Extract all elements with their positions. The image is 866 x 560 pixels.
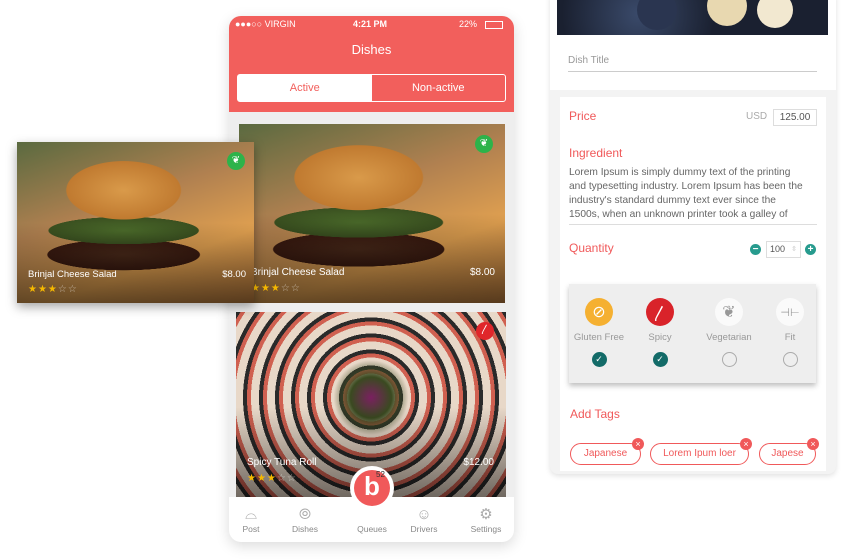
checkbox-checked[interactable]: ✓ — [652, 352, 668, 367]
battery-icon — [485, 21, 503, 29]
nav-label: Dishes — [292, 524, 318, 534]
option-gluten-free[interactable]: ⊘ Gluten Free ✓ — [569, 298, 629, 367]
status-segmented-control: Active Non-active — [237, 74, 506, 102]
chili-icon: 〳 — [476, 322, 494, 340]
price-input[interactable]: 125.00 — [773, 109, 817, 126]
rating-stars: ★★★☆☆ — [251, 283, 301, 294]
nav-label: Drivers — [410, 524, 438, 534]
queues-button[interactable]: b 52 — [350, 466, 394, 510]
tab-non-active[interactable]: Non-active — [372, 75, 506, 101]
tag-chip[interactable]: Japanese × — [570, 438, 644, 465]
divider — [568, 71, 817, 72]
nav-label: Queues — [357, 524, 387, 534]
nav-label: Settings — [470, 524, 502, 534]
dumbbell-icon: ⊣⊢ — [776, 298, 804, 326]
cloche-icon: ⌓ — [245, 506, 257, 523]
quantity-stepper[interactable]: 100 ⇳ — [766, 241, 801, 258]
rating-stars: ★★★☆☆ — [247, 473, 297, 484]
rating-stars: ★★★☆☆ — [28, 284, 78, 295]
plate-cutlery-icon: ⦾ — [298, 506, 311, 523]
option-spicy[interactable]: 〳 Spicy ✓ — [630, 298, 690, 367]
option-label: Spicy — [648, 332, 672, 343]
ingredient-label: Ingredient — [569, 146, 623, 160]
clock: 4:21 PM — [353, 19, 388, 29]
dietary-options: ⊘ Gluten Free ✓ 〳 Spicy ✓ ❦ Vegetarian ⊣… — [569, 284, 816, 383]
option-label: Gluten Free — [573, 332, 625, 343]
carrier: ●●●○○ VIRGIN — [235, 19, 296, 29]
checkbox-checked[interactable]: ✓ — [591, 352, 607, 367]
phone-screen: ●●●○○ VIRGIN 4:21 PM 22% Dishes Active N… — [229, 16, 514, 542]
dish-price: $8.00 — [469, 267, 495, 278]
chili-icon: 〳 — [646, 298, 674, 326]
dish-name: Spicy Tuna Roll — [247, 457, 317, 468]
battery-percent: 22% — [459, 19, 478, 29]
remove-tag-icon[interactable]: × — [807, 438, 819, 450]
divider — [569, 224, 817, 225]
add-tags-label[interactable]: Add Tags — [570, 407, 620, 421]
dish-price: $12.00 — [463, 457, 494, 468]
spinner-icon[interactable]: ⇳ — [791, 242, 797, 257]
decrement-button[interactable]: − — [750, 244, 761, 255]
remove-tag-icon[interactable]: × — [740, 438, 752, 450]
tab-active[interactable]: Active — [238, 75, 372, 101]
leaf-icon: ❦ — [227, 152, 245, 170]
queue-count-badge: 52 — [376, 470, 385, 479]
option-vegetarian[interactable]: ❦ Vegetarian — [699, 298, 759, 367]
tag-label: Lorem Ipum loer — [663, 448, 736, 459]
nav-label: Post — [242, 524, 260, 534]
dish-price: $8.00 — [222, 269, 246, 280]
nav-queues[interactable]: Queues — [347, 524, 397, 534]
gear-icon: ⚙ — [479, 506, 493, 523]
leaf-icon: ❦ — [715, 298, 743, 326]
nav-settings[interactable]: ⚙ Settings — [461, 506, 511, 534]
ingredient-textarea[interactable]: Lorem Ipsum is simply dummy text of the … — [569, 166, 809, 222]
dish-name: Brinjal Cheese Salad — [251, 267, 345, 278]
dish-title-input[interactable]: Dish Title — [568, 55, 609, 66]
dish-card[interactable]: ❦ Brinjal Cheese Salad $8.00 ★★★☆☆ — [239, 124, 505, 303]
quantity-value: 100 — [770, 244, 786, 254]
dish-name: Brinjal Cheese Salad — [28, 269, 117, 280]
dragged-dish-card[interactable]: ❦ Brinjal Cheese Salad $8.00 ★★★☆☆ — [17, 142, 254, 303]
quantity-label: Quantity — [569, 241, 614, 255]
option-fit[interactable]: ⊣⊢ Fit — [760, 298, 820, 367]
option-label: Vegetarian — [706, 332, 752, 343]
nav-dishes[interactable]: ⦾ Dishes — [280, 506, 330, 534]
dish-photo — [557, 0, 828, 35]
tag-label: Japanese — [583, 448, 628, 459]
driver-icon: ☺ — [416, 506, 432, 523]
tag-label: Japese — [771, 448, 804, 459]
tag-chip[interactable]: Lorem Ipum loer × — [650, 438, 752, 465]
increment-button[interactable]: + — [805, 244, 816, 255]
nav-drivers[interactable]: ☺ Drivers — [399, 506, 449, 534]
leaf-icon: ❦ — [475, 135, 493, 153]
nav-post[interactable]: ⌓ Post — [229, 506, 276, 534]
wheat-off-icon: ⊘ — [585, 298, 613, 326]
app-header: ●●●○○ VIRGIN 4:21 PM 22% Dishes Active N… — [229, 16, 514, 112]
option-label: Fit — [784, 332, 796, 343]
page-title: Dishes — [351, 42, 392, 57]
currency-label: USD — [746, 111, 768, 122]
tag-chip[interactable]: Japese × — [759, 438, 819, 465]
checkbox-unchecked[interactable] — [721, 352, 737, 367]
price-label: Price — [569, 109, 597, 123]
remove-tag-icon[interactable]: × — [632, 438, 644, 450]
checkbox-unchecked[interactable] — [782, 352, 798, 367]
